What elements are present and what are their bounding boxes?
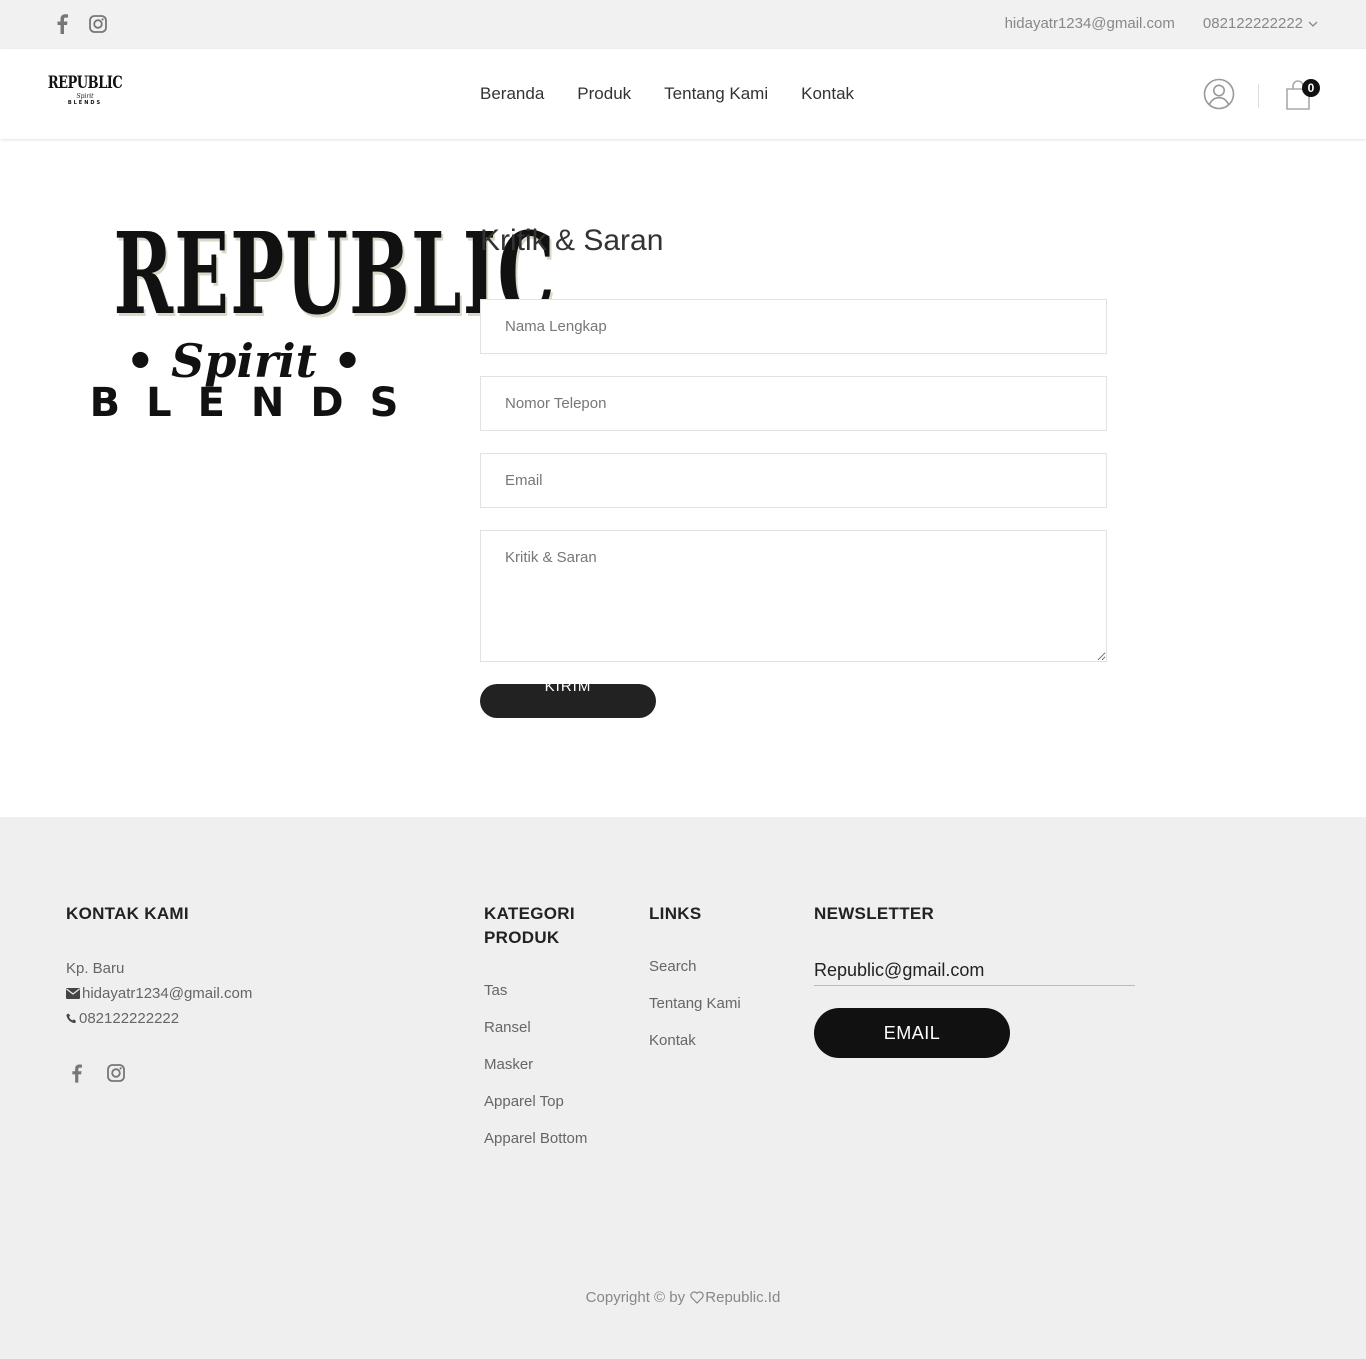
topbar-social xyxy=(52,12,108,36)
submit-button-label: KIRIM xyxy=(544,684,592,695)
submit-button[interactable]: KIRIM xyxy=(480,684,656,718)
message-textarea[interactable] xyxy=(480,530,1107,662)
page-title: Kritik & Saran xyxy=(480,224,664,257)
footer-address: Kp. Baru xyxy=(66,960,125,977)
copyright-brand[interactable]: Republic.Id xyxy=(705,1289,780,1306)
logo-line3: BLENDS xyxy=(67,100,103,106)
instagram-icon[interactable] xyxy=(106,1061,126,1085)
copyright: Copyright © by Republic.Id xyxy=(0,1289,1366,1306)
footer-categories: KATEGORI PRODUK Tas Ransel Masker Appare… xyxy=(484,902,614,1157)
topbar-phone-dropdown[interactable]: 082122222222 xyxy=(1203,15,1318,32)
footer-links-title: LINKS xyxy=(649,904,702,923)
footer: KONTAK KAMI Kp. Baru hidayatr1234@gmail.… xyxy=(0,817,1366,1359)
footer-contact: KONTAK KAMI Kp. Baru hidayatr1234@gmail.… xyxy=(66,902,252,1085)
footer-phone: 082122222222 xyxy=(79,1010,180,1027)
newsletter-button-label: EMAIL xyxy=(883,1022,941,1043)
main-header: REPUBLIC Spirit BLENDS Beranda Produk Te… xyxy=(0,49,1366,139)
logo-large-blends: BLENDS xyxy=(89,380,425,426)
category-link-apparel-top[interactable]: Apparel Top xyxy=(484,1083,614,1120)
topbar-contact: hidayatr1234@gmail.com 082122222222 xyxy=(1005,15,1318,32)
copyright-text: Copyright © by xyxy=(585,1289,690,1306)
phone-icon xyxy=(66,1013,76,1024)
logo-line1: REPUBLIC xyxy=(47,73,123,94)
email-field[interactable] xyxy=(480,453,1107,508)
footer-categories-title: KATEGORI PRODUK xyxy=(484,904,575,947)
logo-line2: Spirit xyxy=(76,93,94,100)
nav-item-produk[interactable]: Produk xyxy=(577,84,631,104)
footer-email-row: hidayatr1234@gmail.com xyxy=(66,981,252,1006)
footer-email[interactable]: hidayatr1234@gmail.com xyxy=(82,981,252,1006)
footer-newsletter-title: NEWSLETTER xyxy=(814,904,935,923)
category-link-ransel[interactable]: Ransel xyxy=(484,1009,614,1046)
newsletter-email-input[interactable] xyxy=(814,956,1135,986)
cart-count-badge: 0 xyxy=(1302,79,1320,97)
category-link-tas[interactable]: Tas xyxy=(484,972,614,1009)
phone-field[interactable] xyxy=(480,376,1107,431)
brand-logo-large: REPUBLIC • Spirit • BLENDS xyxy=(40,205,556,430)
top-bar: hidayatr1234@gmail.com 082122222222 xyxy=(0,0,1366,49)
nav-item-beranda[interactable]: Beranda xyxy=(480,84,544,104)
category-link-masker[interactable]: Masker xyxy=(484,1046,614,1083)
envelope-icon xyxy=(66,988,80,999)
logo-large-republic: REPUBLIC xyxy=(113,209,556,340)
footer-link-search[interactable]: Search xyxy=(649,948,741,985)
footer-contact-title: KONTAK KAMI xyxy=(66,904,189,923)
facebook-icon[interactable] xyxy=(66,1061,86,1085)
topbar-email[interactable]: hidayatr1234@gmail.com xyxy=(1005,15,1175,32)
name-field[interactable] xyxy=(480,299,1107,354)
nav-item-tentang-kami[interactable]: Tentang Kami xyxy=(664,84,768,104)
footer-link-tentang-kami[interactable]: Tentang Kami xyxy=(649,985,741,1022)
cart-button[interactable]: 0 xyxy=(1285,77,1321,111)
chevron-down-icon xyxy=(1308,21,1318,27)
newsletter-submit-button[interactable]: EMAIL xyxy=(814,1008,1010,1058)
header-divider xyxy=(1258,84,1259,108)
nav-item-kontak[interactable]: Kontak xyxy=(801,84,854,104)
footer-links: LINKS Search Tentang Kami Kontak xyxy=(649,902,741,1059)
category-link-apparel-bottom[interactable]: Apparel Bottom xyxy=(484,1120,614,1157)
main-nav: Beranda Produk Tentang Kami Kontak xyxy=(480,84,854,104)
footer-link-kontak[interactable]: Kontak xyxy=(649,1022,741,1059)
footer-social xyxy=(66,1061,252,1085)
heart-icon xyxy=(690,1291,704,1304)
footer-newsletter: NEWSLETTER EMAIL xyxy=(814,902,1135,1058)
facebook-icon[interactable] xyxy=(52,12,72,36)
footer-phone-row: 082122222222 xyxy=(66,1006,252,1031)
instagram-icon[interactable] xyxy=(88,12,108,36)
topbar-phone: 082122222222 xyxy=(1202,15,1303,32)
user-account-icon[interactable] xyxy=(1203,78,1235,110)
header-logo[interactable]: REPUBLIC Spirit BLENDS xyxy=(48,74,123,109)
